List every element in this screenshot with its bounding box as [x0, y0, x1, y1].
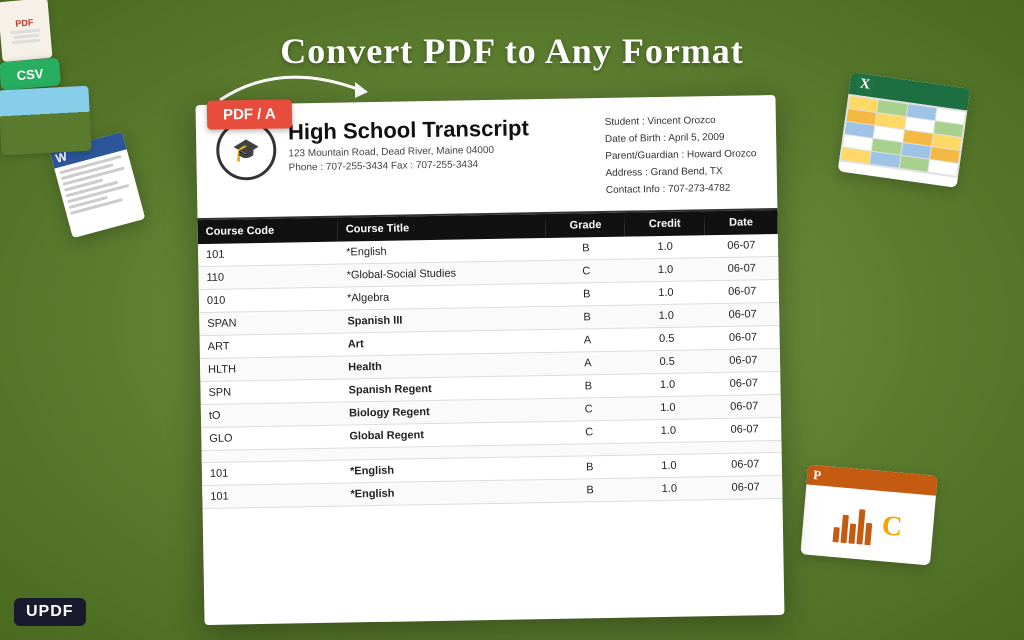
ppt-doc-decoration: P C — [800, 465, 937, 566]
table-cell: HLTH — [200, 356, 340, 381]
table-cell: 1.0 — [627, 304, 707, 328]
table-cell: B — [550, 478, 630, 502]
table-cell: 1.0 — [628, 396, 708, 420]
table-cell: 06-07 — [708, 452, 782, 476]
transcript-table: Course Code Course Title Grade Credit Da… — [198, 210, 783, 509]
pdf-a-badge: PDF / A — [207, 99, 292, 129]
table-cell: GLO — [201, 425, 341, 450]
table-cell: ART — [200, 333, 340, 358]
pdf-tag-decoration: PDF — [0, 0, 53, 62]
table-cell: 06-07 — [705, 256, 779, 280]
col-header-date: Date — [704, 210, 778, 235]
table-cell: 1.0 — [629, 454, 709, 478]
excel-doc-decoration: X — [838, 72, 971, 188]
table-cell: 1.0 — [626, 281, 706, 305]
table-cell: 06-07 — [706, 302, 780, 326]
table-cell: A — [548, 351, 628, 375]
table-cell: 06-07 — [705, 279, 779, 303]
student-info: Student : Vincent Orozco Date of Birth :… — [605, 111, 758, 199]
landscape-decoration — [0, 86, 92, 156]
table-cell: 06-07 — [708, 417, 782, 441]
updf-logo: UPDF — [14, 598, 86, 626]
table-cell: 1.0 — [629, 419, 709, 443]
table-cell: A — [548, 328, 628, 352]
table-cell: 010 — [199, 287, 339, 312]
col-header-course-title: Course Title — [338, 214, 546, 242]
table-cell: 06-07 — [707, 348, 781, 372]
table-cell: 0.5 — [627, 327, 707, 351]
table-cell: 110 — [198, 264, 338, 289]
school-info: High School Transcript 123 Mountain Road… — [288, 114, 594, 173]
table-cell: *English — [342, 479, 550, 506]
table-cell: 06-07 — [705, 234, 779, 258]
table-cell: 1.0 — [626, 258, 706, 282]
table-cell: B — [546, 237, 626, 261]
transcript-document: 🎓 High School Transcript 123 Mountain Ro… — [196, 95, 785, 625]
table-cell: 0.5 — [627, 350, 707, 374]
table-cell: SPN — [200, 379, 340, 404]
table-cell: C — [549, 397, 629, 421]
transcript-title: High School Transcript — [288, 114, 593, 145]
student-contact: Contact Info : 707-273-4782 — [606, 179, 757, 199]
table-cell: 06-07 — [706, 325, 780, 349]
student-guardian: Parent/Guardian : Howard Orozco — [605, 145, 756, 165]
table-cell: 101 — [202, 460, 342, 485]
csv-badge-decoration: CSV — [0, 57, 61, 90]
table-cell: 101 — [198, 242, 338, 267]
col-header-grade: Grade — [546, 213, 626, 238]
table-cell: 06-07 — [707, 371, 781, 395]
col-header-credit: Credit — [625, 211, 705, 236]
table-cell: 06-07 — [709, 475, 783, 499]
table-cell: 1.0 — [625, 235, 705, 259]
col-header-course-code: Course Code — [198, 218, 339, 244]
table-cell: B — [550, 455, 630, 479]
table-cell: C — [546, 259, 626, 283]
table-cell: C — [549, 420, 629, 444]
table-cell: tO — [201, 402, 341, 427]
table-cell: 1.0 — [630, 477, 710, 501]
page-title: Convert PDF to Any Format — [0, 30, 1024, 72]
table-cell: 101 — [202, 483, 342, 508]
table-cell: 1.0 — [628, 373, 708, 397]
table-cell: B — [547, 282, 627, 306]
table-cell: B — [547, 305, 627, 329]
table-cell: 06-07 — [707, 394, 781, 418]
school-phone: Phone : 707-255-3434 Fax : 707-255-3434 — [289, 157, 594, 173]
table-cell: SPAN — [199, 310, 339, 335]
table-cell: B — [548, 374, 628, 398]
